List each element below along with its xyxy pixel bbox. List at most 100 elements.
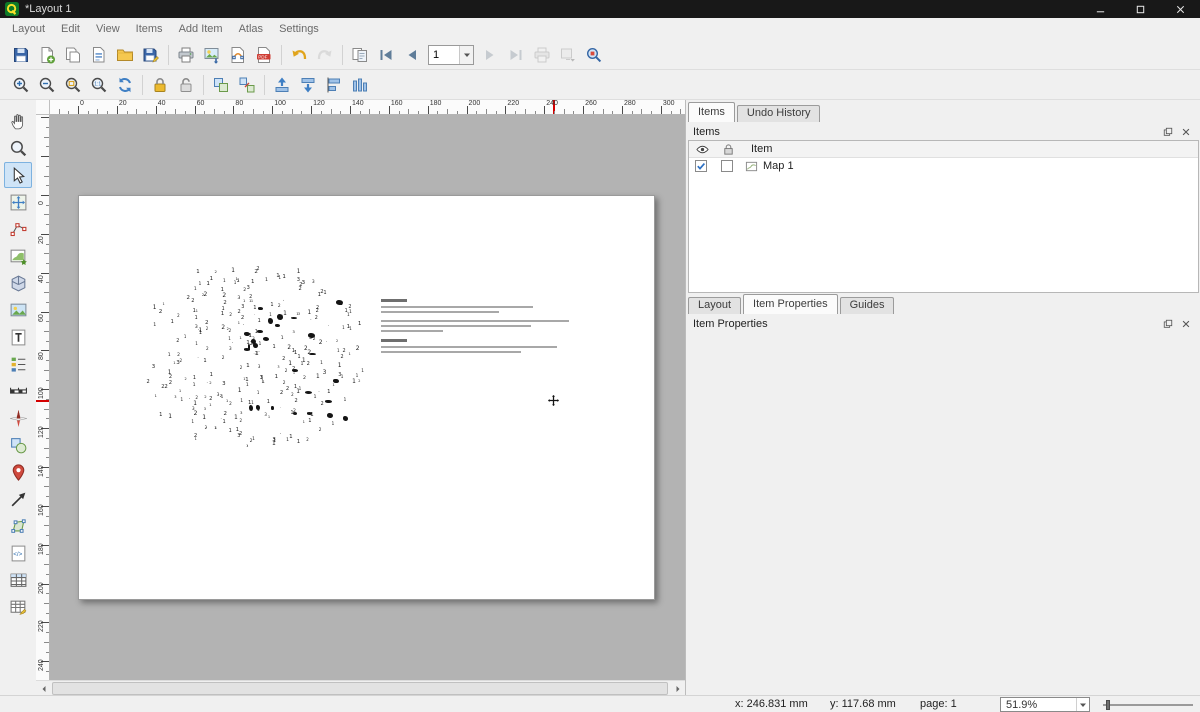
ruler-tick <box>46 185 49 186</box>
export-pdf-button[interactable]: PDF <box>251 42 277 68</box>
lock-selected-items-button[interactable] <box>147 72 173 98</box>
zoom-dropdown-icon[interactable] <box>1076 698 1089 711</box>
print-layout-button[interactable] <box>173 42 199 68</box>
first-feature-button[interactable] <box>373 42 399 68</box>
atlas-page-spinbox[interactable] <box>428 45 474 65</box>
map-scatter-glyph: 2 <box>321 403 324 408</box>
pan-button[interactable] <box>4 108 32 134</box>
add-attribute-table-button[interactable] <box>4 567 32 593</box>
ruler-label: 240 <box>546 100 558 107</box>
export-svg-button[interactable] <box>225 42 251 68</box>
zoom-to-feature-button[interactable] <box>581 42 607 68</box>
add-picture-button[interactable] <box>4 297 32 323</box>
preview-atlas-button[interactable] <box>347 42 373 68</box>
add-node-item-button[interactable] <box>4 513 32 539</box>
zoom-out-button[interactable] <box>34 72 60 98</box>
export-image-button[interactable] <box>199 42 225 68</box>
save-project-button[interactable] <box>8 42 34 68</box>
map-scatter-blob <box>292 369 298 372</box>
next-feature-button[interactable] <box>477 42 503 68</box>
duplicate-layout-button[interactable] <box>60 42 86 68</box>
map-scatter-glyph: 1 <box>252 438 255 442</box>
scroll-left-button[interactable] <box>36 682 51 695</box>
add-3d-map-button[interactable] <box>4 270 32 296</box>
lower-items-button[interactable] <box>295 72 321 98</box>
layout-page[interactable]: 2121111·331·1·121111233·111·132112121122… <box>78 195 655 600</box>
ungroup-items-button[interactable] <box>234 72 260 98</box>
tab-guides[interactable]: Guides <box>840 297 895 314</box>
scroll-right-button[interactable] <box>670 682 685 695</box>
add-shape-button[interactable] <box>4 432 32 458</box>
select-move-item-icon <box>9 166 28 185</box>
map-scatter-glyph: 3 <box>195 326 198 331</box>
menu-items[interactable]: Items <box>128 20 171 38</box>
unlock-all-items-button[interactable] <box>173 72 199 98</box>
items-list-row-map1[interactable]: Map 1 <box>689 158 1198 175</box>
align-items-button[interactable] <box>321 72 347 98</box>
menu-edit[interactable]: Edit <box>53 20 88 38</box>
previous-feature-button[interactable] <box>399 42 425 68</box>
map-text-block[interactable] <box>381 299 576 354</box>
zoom-button[interactable] <box>4 135 32 161</box>
zoom-slider[interactable] <box>1103 704 1193 706</box>
distribute-items-button[interactable] <box>347 72 373 98</box>
redo-button[interactable] <box>312 42 338 68</box>
add-fixed-table-icon <box>9 598 28 617</box>
tab-layout[interactable]: Layout <box>688 297 741 314</box>
map-item[interactable]: 2121111·331·1·121111233·111·132112121122… <box>141 254 366 454</box>
add-items-from-template-button[interactable] <box>112 42 138 68</box>
add-legend-button[interactable] <box>4 351 32 377</box>
zoom-actual-button[interactable]: 1:1 <box>86 72 112 98</box>
visibility-checkbox[interactable] <box>695 160 707 172</box>
add-arrow-button[interactable] <box>4 486 32 512</box>
add-label-button[interactable] <box>4 324 32 350</box>
edit-nodes-item-button[interactable] <box>4 216 32 242</box>
refresh-view-button[interactable] <box>112 72 138 98</box>
add-map-button[interactable] <box>4 243 32 269</box>
add-html-button[interactable]: </> <box>4 540 32 566</box>
tab-items[interactable]: Items <box>688 102 735 122</box>
atlas-page-dropdown-button[interactable] <box>459 46 473 64</box>
export-atlas-button[interactable] <box>555 42 581 68</box>
new-layout-button[interactable] <box>34 42 60 68</box>
tab-undo-history[interactable]: Undo History <box>737 105 821 122</box>
menu-settings[interactable]: Settings <box>271 20 327 38</box>
close-panel-button[interactable] <box>1179 125 1193 139</box>
layout-manager-button[interactable] <box>86 42 112 68</box>
move-item-content-button[interactable] <box>4 189 32 215</box>
zoom-slider-handle[interactable] <box>1106 700 1110 710</box>
menu-layout[interactable]: Layout <box>4 20 53 38</box>
menu-view[interactable]: View <box>88 20 128 38</box>
minimize-button[interactable] <box>1080 0 1120 18</box>
add-north-arrow-button[interactable] <box>4 405 32 431</box>
menu-atlas[interactable]: Atlas <box>231 20 271 38</box>
close-button[interactable] <box>1160 0 1200 18</box>
raise-items-button[interactable] <box>269 72 295 98</box>
group-items-button[interactable] <box>208 72 234 98</box>
last-feature-button[interactable] <box>503 42 529 68</box>
tab-item-properties[interactable]: Item Properties <box>743 294 838 314</box>
add-marker-button[interactable] <box>4 459 32 485</box>
zoom-full-button[interactable] <box>60 72 86 98</box>
zoom-level-combobox[interactable]: 51.9% <box>1000 697 1090 712</box>
zoom-in-button[interactable] <box>8 72 34 98</box>
map-scatter-glyph: 1 <box>323 292 326 297</box>
scrollbar-thumb[interactable] <box>52 682 668 695</box>
undo-button[interactable] <box>286 42 312 68</box>
add-fixed-table-button[interactable] <box>4 594 32 620</box>
menu-add-item[interactable]: Add Item <box>171 20 231 38</box>
atlas-page-input[interactable] <box>429 46 459 64</box>
float-panel-button[interactable] <box>1161 125 1175 139</box>
float-panel-button[interactable] <box>1161 317 1175 331</box>
maximize-button[interactable] <box>1120 0 1160 18</box>
horizontal-scrollbar[interactable] <box>36 680 685 695</box>
lock-checkbox[interactable] <box>721 160 733 172</box>
close-panel-button[interactable] <box>1179 317 1193 331</box>
toolbar-separator <box>168 45 169 65</box>
layout-canvas[interactable]: 2121111·331·1·121111233·111·132112121122… <box>50 115 685 680</box>
select-move-item-button[interactable] <box>4 162 32 188</box>
map-scatter-glyph: 2 <box>341 355 344 360</box>
add-scalebar-button[interactable] <box>4 378 32 404</box>
print-atlas-button[interactable] <box>529 42 555 68</box>
save-as-template-button[interactable] <box>138 42 164 68</box>
